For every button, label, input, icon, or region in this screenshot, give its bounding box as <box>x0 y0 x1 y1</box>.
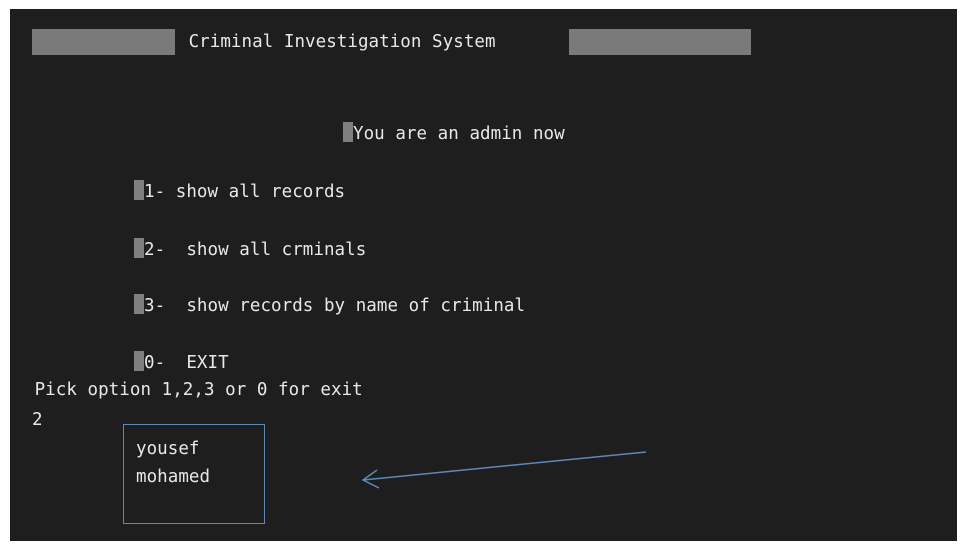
console-window: Criminal Investigation System You are an… <box>10 9 957 541</box>
arrow-left-icon <box>361 451 647 489</box>
